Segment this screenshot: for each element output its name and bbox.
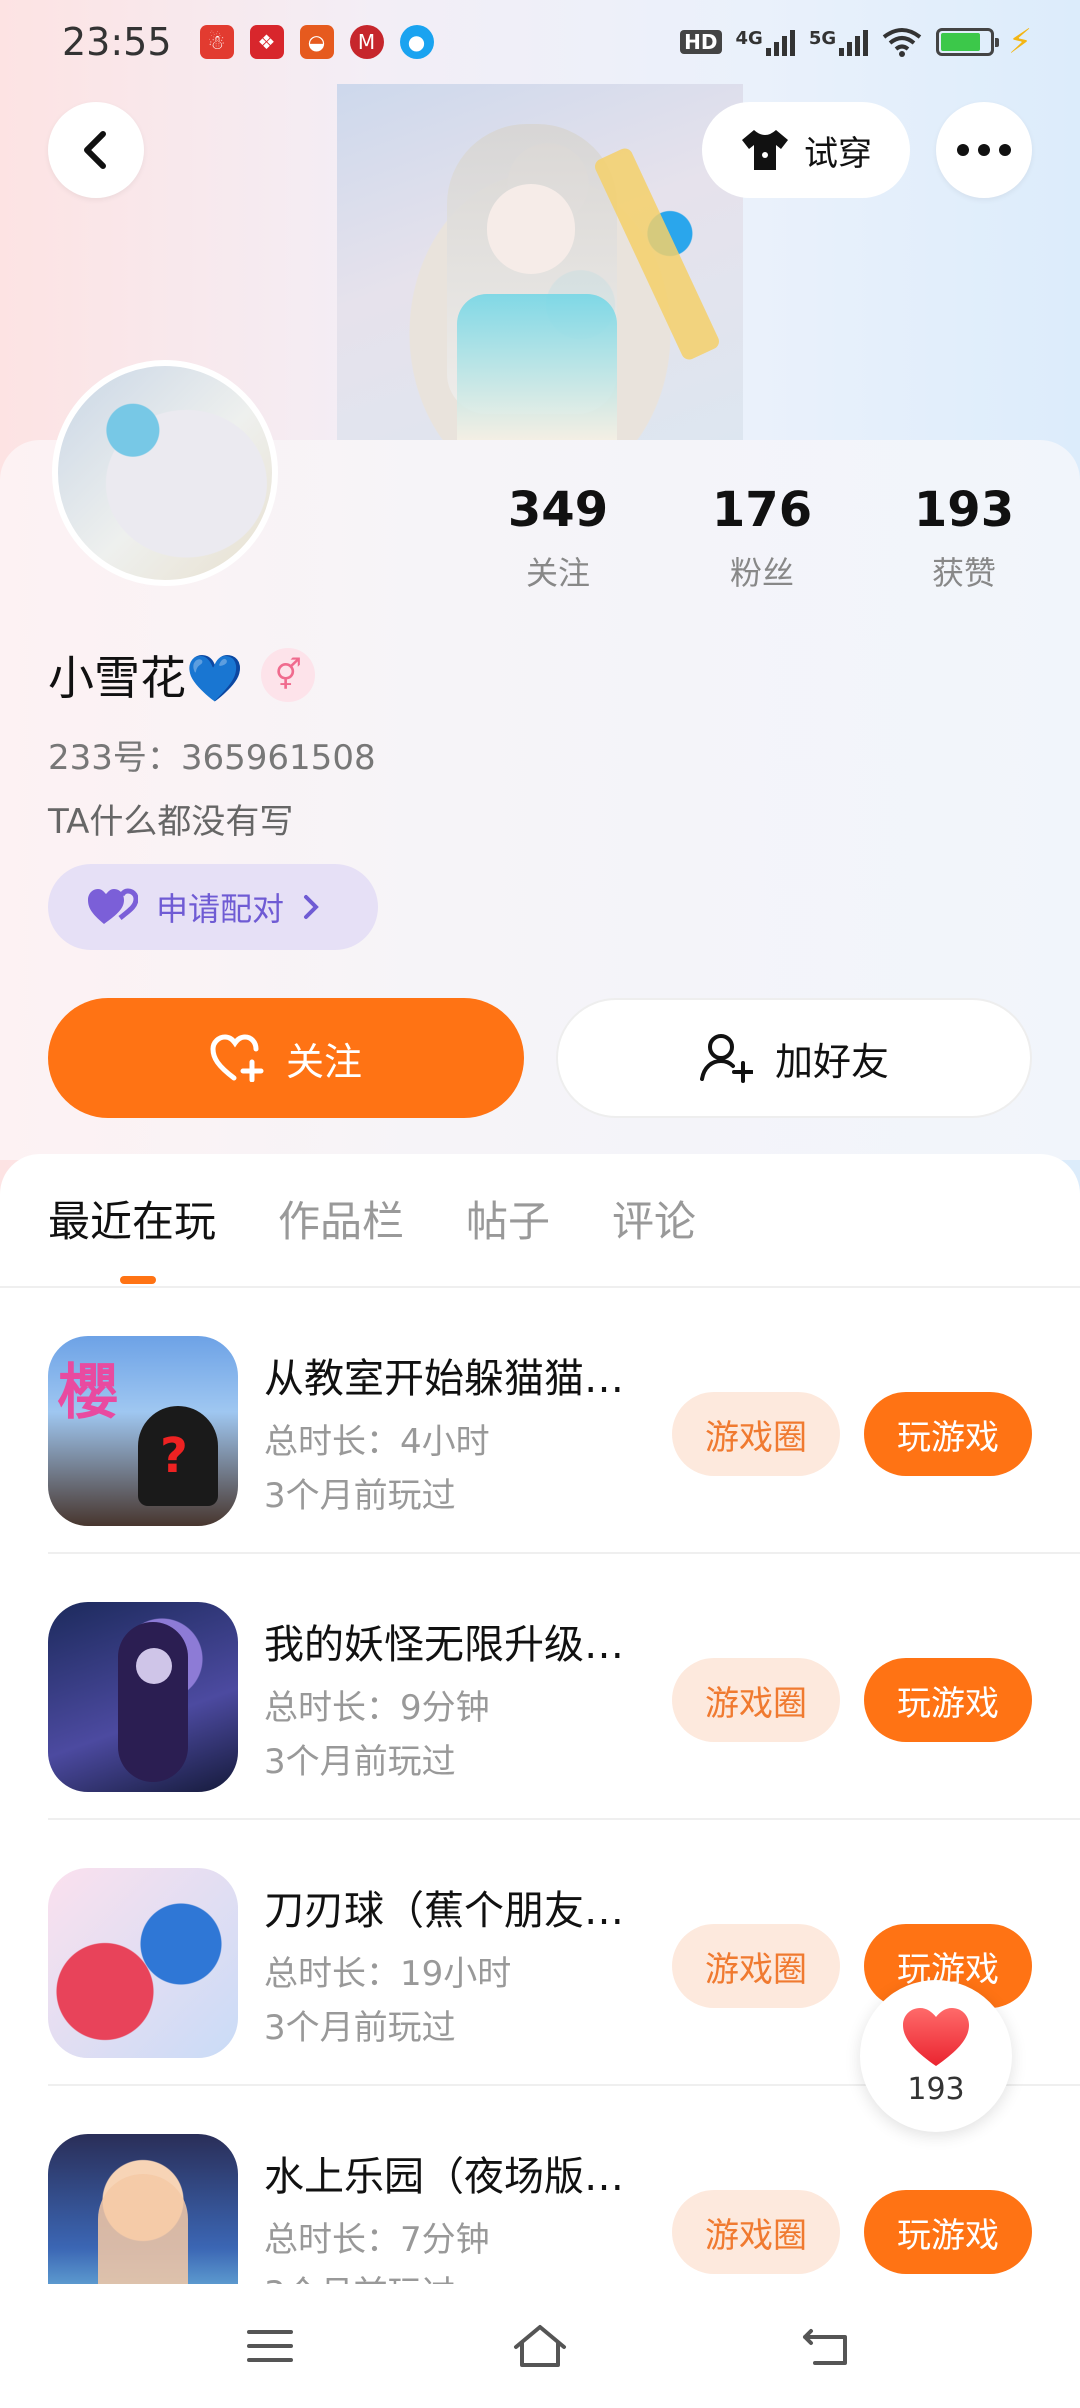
menu-icon bbox=[247, 2330, 293, 2362]
game-icon-bladeball bbox=[48, 1868, 238, 2058]
likes-label: 获赞 bbox=[931, 554, 996, 592]
game-icon-waterpark bbox=[48, 2134, 238, 2284]
fans-count: 176 bbox=[711, 482, 813, 538]
play-game-button[interactable]: 玩游戏 bbox=[864, 1392, 1032, 1476]
game-duration: 总时长：7分钟 bbox=[264, 2220, 490, 2260]
game-title: 从教室开始躲猫猫… bbox=[264, 1356, 624, 1402]
tab-posts[interactable]: 帖子 bbox=[466, 1192, 550, 1252]
chevron-right-icon bbox=[304, 895, 319, 919]
avatar-showcase-image[interactable] bbox=[337, 84, 743, 440]
stat-following[interactable]: 349 关注 bbox=[478, 478, 638, 594]
back-button[interactable] bbox=[48, 102, 144, 198]
signal-5g-icon: 5G bbox=[809, 28, 869, 56]
game-last-played: 3个月前玩过 bbox=[264, 1476, 456, 1516]
likes-count: 193 bbox=[913, 482, 1015, 538]
profile-tabs: 最近在玩 作品栏 帖子 评论 bbox=[48, 1192, 696, 1252]
game-row[interactable]: 我的妖怪无限升级… 总时长：9分钟 3个月前玩过 游戏圈 玩游戏 bbox=[0, 1554, 1080, 1820]
return-icon bbox=[803, 2329, 847, 2365]
tab-works[interactable]: 作品栏 bbox=[278, 1192, 404, 1252]
nickname-row: 小雪花💙 ⚥ bbox=[48, 642, 316, 708]
game-title: 刀刃球（蕉个朋友… bbox=[264, 1888, 624, 1934]
game-title: 水上乐园（夜场版… bbox=[264, 2154, 624, 2200]
game-title: 我的妖怪无限升级… bbox=[264, 1622, 624, 1668]
hearts-icon bbox=[88, 888, 138, 924]
fans-label: 粉丝 bbox=[729, 554, 794, 592]
play-game-button[interactable]: 玩游戏 bbox=[864, 1658, 1032, 1742]
game-icon-monster bbox=[48, 1602, 238, 1792]
add-person-icon bbox=[699, 1034, 753, 1083]
game-list: 櫻 ? 从教室开始躲猫猫… 总时长：4小时 3个月前玩过 游戏圈 玩游戏 我的妖… bbox=[0, 1288, 1080, 2284]
game-icon-classroom: 櫻 ? bbox=[48, 1336, 238, 1526]
game-duration: 总时长：9分钟 bbox=[264, 1688, 490, 1728]
play-game-button[interactable]: 玩游戏 bbox=[864, 2190, 1032, 2274]
pair-request-button[interactable]: 申请配对 bbox=[48, 864, 378, 950]
follow-button[interactable]: 关注 bbox=[48, 998, 524, 1118]
game-duration: 总时长：4小时 bbox=[264, 1422, 490, 1462]
pair-request-label: 申请配对 bbox=[156, 890, 285, 928]
nickname: 小雪花💙 bbox=[48, 651, 244, 705]
following-count: 349 bbox=[507, 482, 609, 538]
wifi-icon bbox=[882, 28, 922, 57]
game-circle-button[interactable]: 游戏圈 bbox=[672, 1924, 840, 2008]
game-last-played: 3个月前玩过 bbox=[264, 1742, 456, 1782]
active-tab-indicator bbox=[120, 1276, 156, 1284]
store-app-icon: M bbox=[349, 25, 384, 59]
add-friend-button[interactable]: 加好友 bbox=[556, 998, 1032, 1118]
taobao-app-icon: ◒ bbox=[299, 25, 334, 59]
tab-recently-played[interactable]: 最近在玩 bbox=[48, 1192, 216, 1252]
gender-icon: ⚥ bbox=[261, 648, 316, 702]
chevron-left-icon bbox=[84, 131, 106, 169]
status-bar: 23:55 ☃ ❖ ◒ M ● HD 4G 5G ⚡ bbox=[0, 0, 1080, 84]
game-circle-button[interactable]: 游戏圈 bbox=[672, 1392, 840, 1476]
system-nav-bar bbox=[0, 2284, 1080, 2408]
game-last-played: 3个月前玩过 bbox=[264, 2266, 456, 2284]
nav-menu-button[interactable] bbox=[238, 2314, 302, 2378]
stat-likes[interactable]: 193 获赞 bbox=[884, 478, 1044, 594]
like-count: 193 bbox=[907, 2071, 965, 2107]
signal-4g-icon: 4G bbox=[736, 28, 795, 56]
follow-label: 关注 bbox=[285, 1039, 362, 1084]
more-icon bbox=[957, 144, 1011, 156]
try-on-label: 试穿 bbox=[804, 133, 872, 174]
game-row[interactable]: 櫻 ? 从教室开始躲猫猫… 总时长：4小时 3个月前玩过 游戏圈 玩游戏 bbox=[0, 1288, 1080, 1554]
avatar[interactable] bbox=[52, 360, 278, 586]
heart-plus-icon bbox=[210, 1034, 264, 1082]
game-circle-button[interactable]: 游戏圈 bbox=[672, 1658, 840, 1742]
following-label: 关注 bbox=[525, 554, 590, 592]
santa-app-icon: ☃ bbox=[199, 25, 234, 59]
heart-icon bbox=[903, 2007, 969, 2066]
status-time: 23:55 bbox=[62, 20, 172, 64]
qq-app-icon: ● bbox=[399, 25, 434, 59]
gift-app-icon: ❖ bbox=[249, 25, 284, 59]
nav-home-button[interactable] bbox=[508, 2314, 572, 2378]
like-float-button[interactable]: 193 bbox=[860, 1980, 1012, 2132]
battery-level bbox=[941, 33, 980, 51]
charging-icon: ⚡ bbox=[1008, 22, 1032, 62]
user-id: 233号：365961508 bbox=[48, 738, 376, 778]
game-circle-button[interactable]: 游戏圈 bbox=[672, 2190, 840, 2274]
stat-fans[interactable]: 176 粉丝 bbox=[682, 478, 842, 594]
tshirt-icon bbox=[742, 130, 788, 170]
game-last-played: 3个月前玩过 bbox=[264, 2008, 456, 2048]
bio: TA什么都没有写 bbox=[48, 802, 294, 842]
home-icon bbox=[514, 2325, 566, 2367]
battery-icon bbox=[936, 28, 1000, 56]
tab-comments[interactable]: 评论 bbox=[612, 1192, 696, 1252]
nav-back-button[interactable] bbox=[794, 2314, 858, 2378]
hd-icon: HD bbox=[680, 30, 722, 54]
try-on-button[interactable]: 试穿 bbox=[702, 102, 910, 198]
notification-icons: ☃ ❖ ◒ M ● bbox=[199, 25, 434, 59]
more-options-button[interactable] bbox=[936, 102, 1032, 198]
game-duration: 总时长：19小时 bbox=[264, 1954, 512, 1994]
add-friend-label: 加好友 bbox=[774, 1039, 889, 1084]
status-indicators: HD 4G 5G ⚡ bbox=[680, 22, 1032, 62]
